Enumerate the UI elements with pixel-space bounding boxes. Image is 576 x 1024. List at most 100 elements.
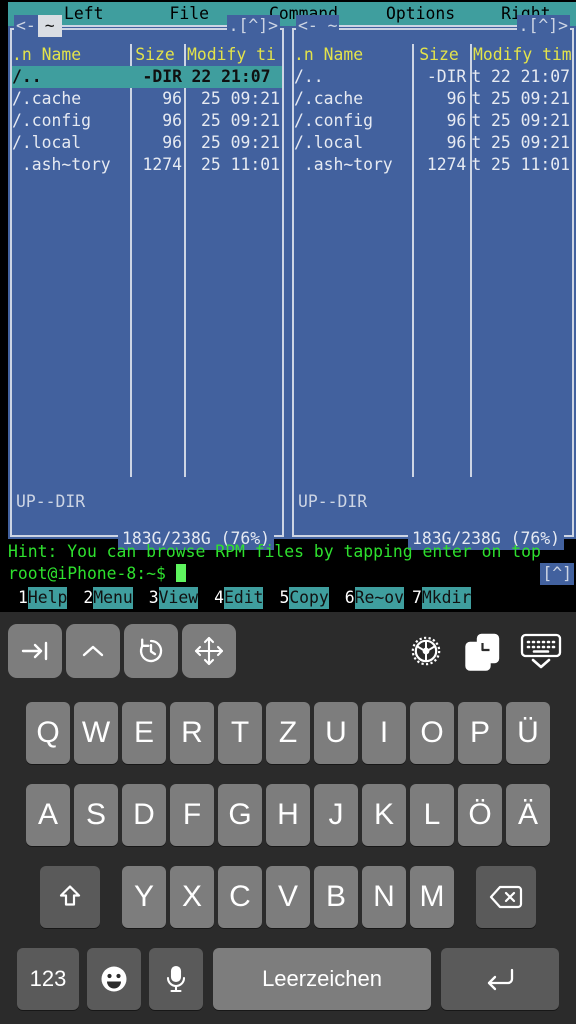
- keyboard-row-4: 123 Leerzeichen: [0, 948, 576, 1010]
- key-j[interactable]: J: [314, 784, 358, 846]
- shift-key[interactable]: [40, 866, 100, 928]
- fkey-label-menu[interactable]: Menu: [93, 587, 133, 609]
- terminal-screen[interactable]: Left File Command Options Right <- ~ .[^…: [0, 0, 576, 612]
- file-time: 22 21:07: [191, 67, 271, 87]
- right-panel-corner-right[interactable]: .[^]>: [516, 15, 570, 37]
- tab-key-button[interactable]: [8, 624, 62, 678]
- key-o[interactable]: O: [410, 702, 454, 764]
- key-f[interactable]: F: [170, 784, 214, 846]
- key-u[interactable]: U: [314, 702, 358, 764]
- table-row[interactable]: /.config 96 t 25 09:21: [294, 110, 572, 132]
- table-row[interactable]: .ash~tory 1274 25 11:01: [12, 154, 282, 176]
- key-i[interactable]: I: [362, 702, 406, 764]
- software-keyboard[interactable]: QWERTZUIOPÜ ASDFGHJKLÖÄ YXCVBNM 123 Leer…: [0, 690, 576, 1024]
- key-m[interactable]: M: [410, 866, 454, 928]
- key-q[interactable]: Q: [26, 702, 70, 764]
- right-header-time[interactable]: Modify tim: [468, 44, 572, 66]
- left-title-rule: [61, 25, 227, 27]
- mc-left-panel[interactable]: <- ~ .[^]> .n Name Size Modify ti /.. -D…: [8, 15, 286, 550]
- key-x[interactable]: X: [170, 866, 214, 928]
- backspace-key[interactable]: [476, 866, 536, 928]
- extra-key-toolbar[interactable]: [0, 612, 576, 690]
- fkey-label-mkdir[interactable]: Mkdir: [421, 587, 472, 609]
- key-w[interactable]: W: [74, 702, 118, 764]
- key-c[interactable]: C: [218, 866, 262, 928]
- file-size: 96: [446, 89, 467, 109]
- file-size: 1274: [426, 155, 467, 175]
- right-header-size[interactable]: Size: [410, 44, 468, 66]
- right-file-list[interactable]: /.. -DIR t 22 21:07 /.cache 96 t 25 09:2…: [294, 66, 572, 176]
- fkey-label-help[interactable]: Help: [27, 587, 68, 609]
- left-file-list[interactable]: /.. -DIR 22 21:07 /.cache 96 25 09:21 /.…: [12, 66, 282, 176]
- key-ü[interactable]: Ü: [506, 702, 550, 764]
- fkey-label-copy[interactable]: Copy: [289, 587, 329, 609]
- table-row[interactable]: /.local 96 25 09:21: [12, 132, 282, 154]
- numbers-key[interactable]: 123: [17, 948, 79, 1010]
- fkey-num-4: 4: [214, 588, 224, 608]
- key-r[interactable]: R: [170, 702, 214, 764]
- fkey-label-view[interactable]: View: [158, 587, 199, 609]
- dictation-key[interactable]: [149, 948, 203, 1010]
- key-v[interactable]: V: [266, 866, 310, 928]
- key-n[interactable]: N: [362, 866, 406, 928]
- table-row[interactable]: /.cache 96 t 25 09:21: [294, 88, 572, 110]
- table-row[interactable]: /.cache 96 25 09:21: [12, 88, 282, 110]
- key-e[interactable]: E: [122, 702, 166, 764]
- left-header-time[interactable]: Modify ti: [182, 44, 282, 66]
- hide-keyboard-button[interactable]: [514, 624, 568, 678]
- gear-icon: [405, 630, 447, 672]
- file-name: .ash~tory: [12, 155, 111, 175]
- key-s[interactable]: S: [74, 784, 118, 846]
- scroll-up-badge[interactable]: [^]: [540, 563, 574, 585]
- table-row[interactable]: /.. -DIR t 22 21:07: [294, 66, 572, 88]
- left-panel-corner-right[interactable]: .[^]>: [226, 15, 280, 37]
- mc-function-key-bar[interactable]: 1 Help 2 Menu 3 View 4 Edit 5 Copy 6 Re~ov 7 Mk…: [8, 586, 576, 610]
- history-key-button[interactable]: [124, 624, 178, 678]
- right-mini-status: UP--DIR: [298, 492, 368, 512]
- key-a[interactable]: A: [26, 784, 70, 846]
- right-header-name[interactable]: .n Name: [294, 44, 410, 66]
- emoji-key[interactable]: [87, 948, 141, 1010]
- return-key[interactable]: [441, 948, 559, 1010]
- key-g[interactable]: G: [218, 784, 262, 846]
- keyboard-row-2: ASDFGHJKLÖÄ: [0, 784, 576, 846]
- fkey-num-6: 6: [344, 588, 355, 608]
- key-z[interactable]: Z: [266, 702, 310, 764]
- settings-button[interactable]: [399, 624, 453, 678]
- key-h[interactable]: H: [266, 784, 310, 846]
- key-y[interactable]: Y: [122, 866, 166, 928]
- file-time: t 22 21:07: [471, 67, 570, 87]
- shell-prompt-line[interactable]: root@iPhone-8:~$: [8, 563, 576, 585]
- table-row[interactable]: .ash~tory 1274 t 25 11:01: [294, 154, 572, 176]
- left-header-name[interactable]: .n Name: [12, 44, 128, 66]
- key-ä[interactable]: Ä: [506, 784, 550, 846]
- key-p[interactable]: P: [458, 702, 502, 764]
- paste-button[interactable]: [457, 624, 511, 678]
- key-t[interactable]: T: [218, 702, 262, 764]
- space-key[interactable]: Leerzeichen: [213, 948, 431, 1010]
- key-b[interactable]: B: [314, 866, 358, 928]
- left-panel-header-row[interactable]: .n Name Size Modify ti: [12, 44, 282, 66]
- right-panel-header-row[interactable]: .n Name Size Modify tim: [294, 44, 572, 66]
- left-header-size[interactable]: Size: [128, 44, 182, 66]
- file-name: /.cache: [12, 89, 82, 109]
- fkey-label-remove[interactable]: Re~ov: [354, 587, 405, 609]
- table-row[interactable]: /.. -DIR 22 21:07: [12, 66, 282, 88]
- left-panel-path[interactable]: ~: [37, 15, 62, 37]
- key-l[interactable]: L: [410, 784, 454, 846]
- table-row[interactable]: /.local 96 t 25 09:21: [294, 132, 572, 154]
- key-d[interactable]: D: [122, 784, 166, 846]
- keyboard-row-1: QWERTZUIOPÜ: [0, 702, 576, 764]
- ctrl-key-button[interactable]: [66, 624, 120, 678]
- fkey-label-edit[interactable]: Edit: [223, 587, 264, 609]
- history-rotate-icon: [136, 636, 166, 666]
- file-time: 25 09:21: [201, 111, 280, 131]
- file-name: /.config: [12, 111, 91, 131]
- mc-hint-line: Hint: You can browse RPM files by tappin…: [8, 542, 541, 561]
- arrow-keys-button[interactable]: [182, 624, 236, 678]
- key-ö[interactable]: Ö: [458, 784, 502, 846]
- mc-right-panel[interactable]: <- ~ .[^]> .n Name Size Modify tim /.. -…: [290, 15, 576, 550]
- file-name: .ash~tory: [294, 155, 393, 175]
- key-k[interactable]: K: [362, 784, 406, 846]
- table-row[interactable]: /.config 96 25 09:21: [12, 110, 282, 132]
